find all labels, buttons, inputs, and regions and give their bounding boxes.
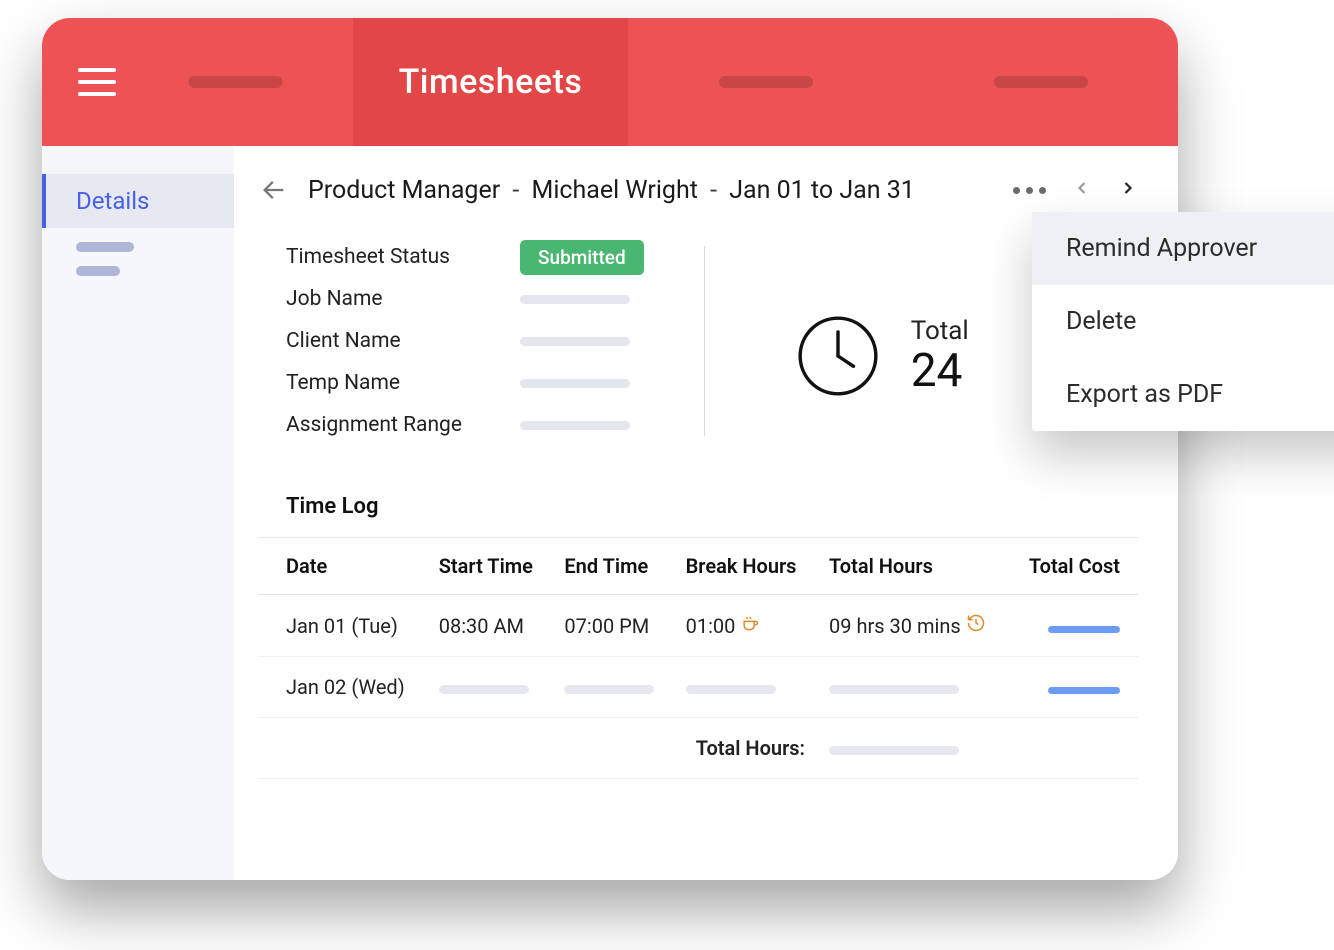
cell-placeholder [686,685,776,694]
total-row: Total Hours: [258,718,1138,779]
col-date: Date [258,538,427,595]
client-name-label: Client Name [286,329,520,353]
timelog-heading: Time Log [286,494,1138,519]
cell-placeholder [439,685,529,694]
crumb-range: Jan 01 to Jan 31 [729,176,915,205]
cell-placeholder [564,685,654,694]
coffee-icon [740,614,760,638]
cell-end: 07:00 PM [552,595,673,657]
col-cost: Total Cost [1009,538,1138,595]
sidebar-placeholder [76,242,134,252]
table-row[interactable]: Jan 02 (Wed) [258,657,1138,718]
clock-icon [795,313,881,399]
job-name-label: Job Name [286,287,520,311]
total-summary: Total 24 [765,236,969,446]
cell-cost-placeholder [1048,687,1120,694]
action-delete[interactable]: Delete [1032,285,1334,358]
cell-cost-placeholder [1048,626,1120,633]
crumb-person: Michael Wright [532,176,698,205]
temp-name-value [520,379,630,388]
header-placeholder [188,76,282,88]
header-placeholder [994,76,1088,88]
sidebar-placeholder [76,266,120,276]
next-button[interactable] [1118,178,1138,202]
col-start: Start Time [427,538,553,595]
col-total: Total Hours [817,538,1009,595]
total-value: 24 [911,346,969,397]
cell-date: Jan 01 (Tue) [258,595,427,657]
prev-button[interactable] [1072,178,1092,202]
status-badge: Submitted [520,240,644,275]
timelog-table: Date Start Time End Time Break Hours Tot… [258,537,1138,779]
more-actions-button[interactable] [1013,187,1046,194]
temp-name-label: Temp Name [286,371,520,395]
actions-menu: Remind Approver Delete Export as PDF [1032,212,1334,431]
col-end: End Time [552,538,673,595]
chevron-right-icon [1118,178,1138,198]
job-name-value [520,295,630,304]
action-remind-approver[interactable]: Remind Approver [1032,212,1334,285]
hamburger-menu-icon[interactable] [78,68,116,96]
chevron-left-icon [1072,178,1092,198]
col-break: Break Hours [674,538,817,595]
app-window: Timesheets Details Product Manager - Mic… [42,18,1178,880]
app-header: Timesheets [42,18,1178,146]
breadcrumb: Product Manager - Michael Wright - Jan 0… [308,176,915,205]
cell-total: 09 hrs 30 mins [817,595,1009,657]
assignment-range-label: Assignment Range [286,413,520,437]
crumb-role: Product Manager [308,176,500,205]
info-fields: Timesheet Status Submitted Job Name Clie… [258,236,644,446]
footer-label: Total Hours: [674,718,817,779]
cell-date: Jan 02 (Wed) [258,657,427,718]
total-label: Total [911,316,969,346]
action-export-pdf[interactable]: Export as PDF [1032,358,1334,431]
app-title: Timesheets [399,62,583,102]
status-label: Timesheet Status [286,245,520,269]
client-name-value [520,337,630,346]
table-row[interactable]: Jan 01 (Tue) 08:30 AM 07:00 PM 01:00 09 … [258,595,1138,657]
sidebar: Details [42,146,234,880]
history-icon [966,614,986,638]
header-placeholder [719,76,813,88]
cell-start: 08:30 AM [427,595,553,657]
cell-break: 01:00 [674,595,817,657]
arrow-left-icon [260,176,288,204]
divider [704,246,705,436]
cell-placeholder [829,685,959,694]
sidebar-tab-details[interactable]: Details [42,174,234,228]
footer-total-placeholder [829,746,959,755]
back-button[interactable] [258,174,290,206]
breadcrumb-bar: Product Manager - Michael Wright - Jan 0… [258,174,1138,206]
assignment-range-value [520,421,630,430]
